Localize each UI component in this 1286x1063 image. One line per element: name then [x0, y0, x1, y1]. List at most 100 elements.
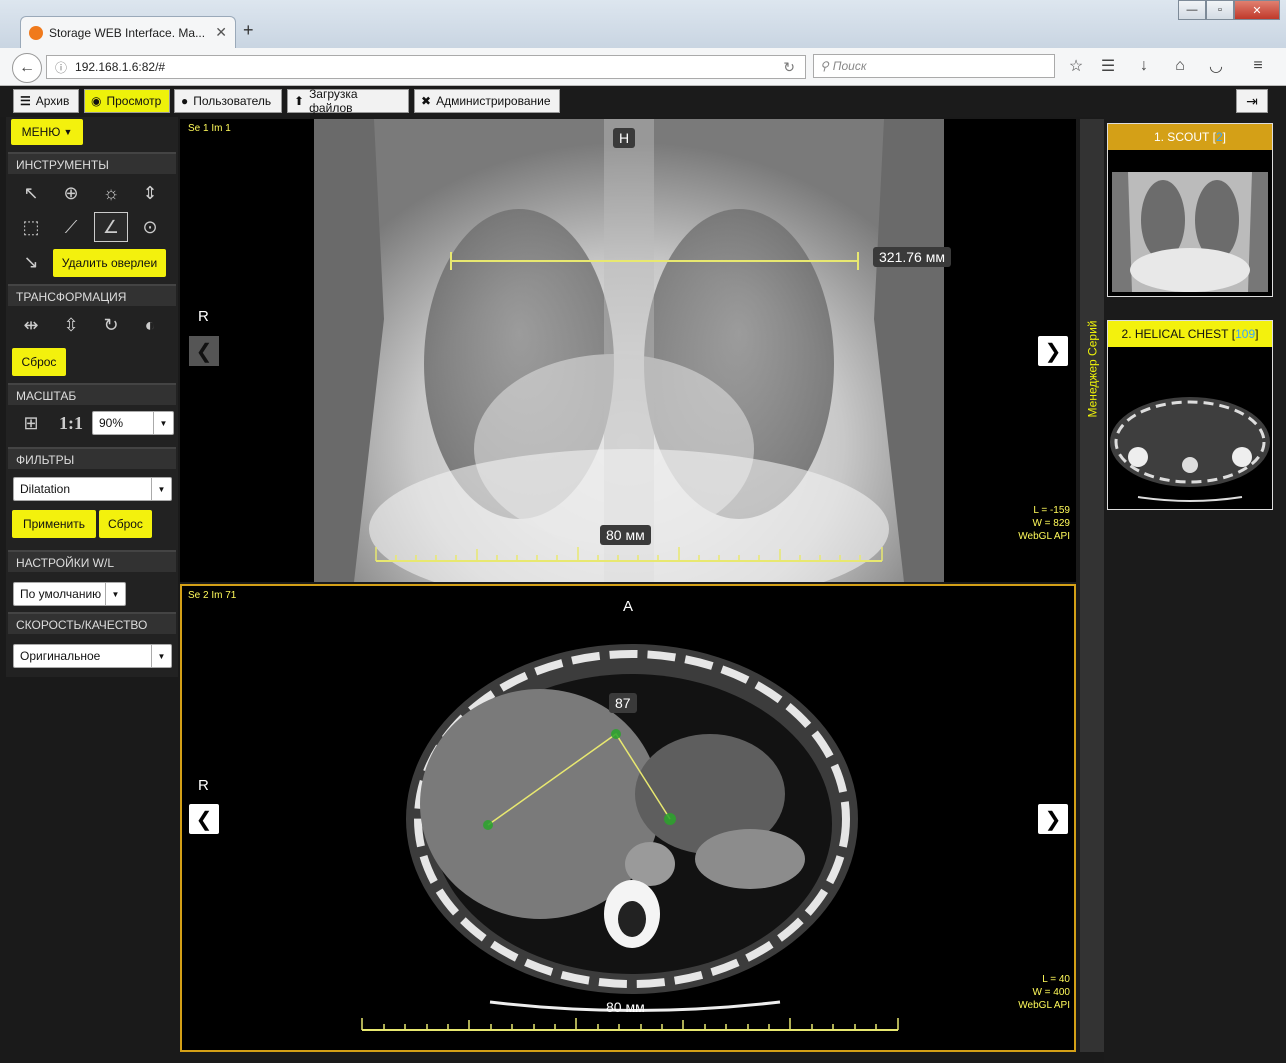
- viewport-scout[interactable]: Se 1 Im 1 H R ❮ ❯ 321.76 мм 80 мм L = -1…: [180, 119, 1076, 582]
- browser-search-input[interactable]: ⚲ Поиск: [813, 54, 1055, 78]
- wl-preset-value: По умолчанию: [20, 587, 102, 601]
- apply-filter-button[interactable]: Применить: [12, 510, 96, 538]
- hamburger-menu-icon[interactable]: ≡: [1248, 56, 1268, 76]
- dropdown-arrow-icon: ▼: [105, 583, 125, 605]
- renderer-label: WebGL API: [1018, 531, 1070, 542]
- reading-list-icon[interactable]: ☰: [1098, 56, 1118, 76]
- quality-select[interactable]: Оригинальное ▼: [13, 644, 172, 668]
- series-manager-text: Менеджер Серий: [1085, 320, 1100, 418]
- dropdown-arrow-icon: ▼: [153, 412, 173, 434]
- series-count: 2: [1215, 130, 1223, 144]
- length-measurement-line[interactable]: [448, 249, 862, 273]
- erase-overlay-tool-icon[interactable]: ↘: [14, 247, 48, 277]
- bookmark-star-icon[interactable]: ☆: [1066, 56, 1086, 76]
- next-image-arrow-icon[interactable]: ❯: [1038, 804, 1068, 834]
- renderer-label: WebGL API: [1018, 1000, 1070, 1011]
- upload-label: Загрузка файлов: [309, 87, 358, 115]
- back-arrow-icon[interactable]: ←: [12, 53, 42, 83]
- logout-icon[interactable]: ⇥: [1236, 89, 1268, 113]
- ellipse-roi-tool-icon[interactable]: ⊙: [133, 212, 167, 242]
- wl-width: W = 829: [1032, 518, 1070, 529]
- pocket-icon[interactable]: ◡: [1206, 56, 1226, 76]
- search-icon: ⚲: [820, 59, 829, 73]
- scout-xray-image: [314, 119, 944, 582]
- invert-icon[interactable]: ◐: [133, 310, 167, 340]
- wl-settings-header: НАСТРОЙКИ W/L: [8, 550, 176, 572]
- archive-menu-button[interactable]: ☰ Архив: [13, 89, 79, 113]
- zoom-value: 90%: [99, 416, 124, 430]
- tools-icon: ✖: [421, 94, 432, 108]
- orientation-marker-left: R: [198, 777, 209, 794]
- upload-menu-button[interactable]: ⬆ Загрузка файлов: [287, 87, 409, 115]
- flip-vertical-icon[interactable]: ⇳: [54, 310, 88, 340]
- admin-menu-button[interactable]: ✖ Администрирование: [414, 89, 560, 113]
- close-window-icon[interactable]: ✕: [1234, 0, 1280, 20]
- series-thumbnail-scout[interactable]: 1. SCOUT [2]: [1107, 123, 1273, 297]
- viewport-axial[interactable]: Se 2 Im 71 A R ❮ ❯ 87 80 мм L = 40 W = 4…: [180, 584, 1076, 1052]
- reload-icon[interactable]: ↻: [783, 59, 795, 76]
- archive-label: Архив: [35, 94, 70, 108]
- fit-to-window-icon[interactable]: ⊞: [14, 408, 48, 438]
- filter-select[interactable]: Dilatation ▼: [13, 477, 172, 501]
- zoom-tool-icon[interactable]: ⊕: [54, 178, 88, 208]
- url-bar[interactable]: ⓘ 192.168.1.6:82/# ↻: [46, 55, 806, 79]
- filters-header: ФИЛЬТРЫ: [8, 447, 176, 469]
- series-name: 1. SCOUT: [1153, 130, 1210, 144]
- flip-horizontal-icon[interactable]: ⇹: [14, 310, 48, 340]
- rotate-icon[interactable]: ↻: [94, 310, 128, 340]
- pointer-tool-icon[interactable]: ↖: [14, 178, 48, 208]
- tools-header: ИНСТРУМЕНТЫ: [8, 152, 176, 174]
- delete-overlay-button[interactable]: Удалить оверлеи: [53, 249, 166, 277]
- series-image-label: Se 1 Im 1: [188, 123, 231, 134]
- filter-value: Dilatation: [20, 482, 71, 496]
- scale-bar-label: 80 мм: [600, 525, 651, 545]
- upload-icon: ⬆: [294, 94, 305, 108]
- wl-overlay: L = -159 W = 829 WebGL API: [1018, 504, 1070, 543]
- zoom-select[interactable]: 90% ▼: [92, 411, 174, 435]
- scale-header: МАСШТАБ: [8, 383, 176, 405]
- info-icon[interactable]: ⓘ: [55, 59, 67, 76]
- series-count: 109: [1235, 327, 1256, 341]
- new-tab-button[interactable]: +: [243, 20, 254, 41]
- maximize-icon[interactable]: ▫: [1206, 0, 1234, 20]
- user-icon: ●: [181, 94, 189, 108]
- download-icon[interactable]: ↓: [1134, 56, 1154, 76]
- line-measure-tool-icon[interactable]: ⟋: [54, 212, 88, 242]
- scale-bar: [375, 547, 883, 562]
- previous-image-arrow-icon[interactable]: ❮: [189, 336, 219, 366]
- vertical-distance-tool-icon[interactable]: ⇕: [133, 178, 167, 208]
- transform-reset-button[interactable]: Сброс: [12, 348, 66, 376]
- previous-image-arrow-icon[interactable]: ❮: [189, 804, 219, 834]
- length-measurement-label: 321.76 мм: [873, 247, 951, 267]
- next-image-arrow-icon[interactable]: ❯: [1038, 336, 1068, 366]
- minimize-icon[interactable]: —: [1178, 0, 1206, 20]
- rectangle-select-tool-icon[interactable]: ⬚: [14, 212, 48, 242]
- admin-label: Администрирование: [436, 94, 551, 108]
- actual-size-button[interactable]: 1:1: [54, 408, 88, 438]
- site-favicon-icon: [29, 25, 43, 40]
- tab-close-icon[interactable]: ✕: [215, 24, 227, 41]
- orientation-marker-top: A: [623, 598, 634, 615]
- angle-measurement[interactable]: [478, 726, 678, 836]
- user-menu-button[interactable]: ● Пользователь: [174, 89, 282, 113]
- filter-reset-button[interactable]: Сброс: [99, 510, 152, 538]
- angle-tool-icon[interactable]: ∠: [94, 212, 128, 242]
- series-manager-label[interactable]: Менеджер Серий: [1080, 119, 1104, 619]
- user-label: Пользователь: [193, 94, 272, 108]
- menu-label: МЕНЮ: [21, 125, 61, 139]
- angle-value-label: 87: [609, 693, 637, 713]
- wl-preset-select[interactable]: По умолчанию ▼: [13, 582, 126, 606]
- browser-tab[interactable]: Storage WEB Interface. Ma... ✕: [20, 16, 236, 48]
- scale-bar: [361, 1018, 899, 1031]
- menu-button[interactable]: МЕНЮ ▼: [11, 119, 83, 145]
- series-thumbnail-helical-chest[interactable]: 2. HELICAL CHEST [109]: [1107, 320, 1273, 510]
- url-text: 192.168.1.6:82/#: [75, 60, 166, 74]
- series-title: 1. SCOUT [2]: [1108, 124, 1272, 150]
- series-title: 2. HELICAL CHEST [109]: [1108, 321, 1272, 347]
- brightness-tool-icon[interactable]: ☼: [94, 178, 128, 208]
- home-icon[interactable]: ⌂: [1170, 56, 1190, 76]
- dropdown-arrow-icon: ▼: [151, 645, 171, 667]
- view-menu-button[interactable]: ◉ Просмотр: [84, 89, 170, 113]
- wl-overlay: L = 40 W = 400 WebGL API: [1018, 973, 1070, 1012]
- search-placeholder: Поиск: [832, 59, 867, 73]
